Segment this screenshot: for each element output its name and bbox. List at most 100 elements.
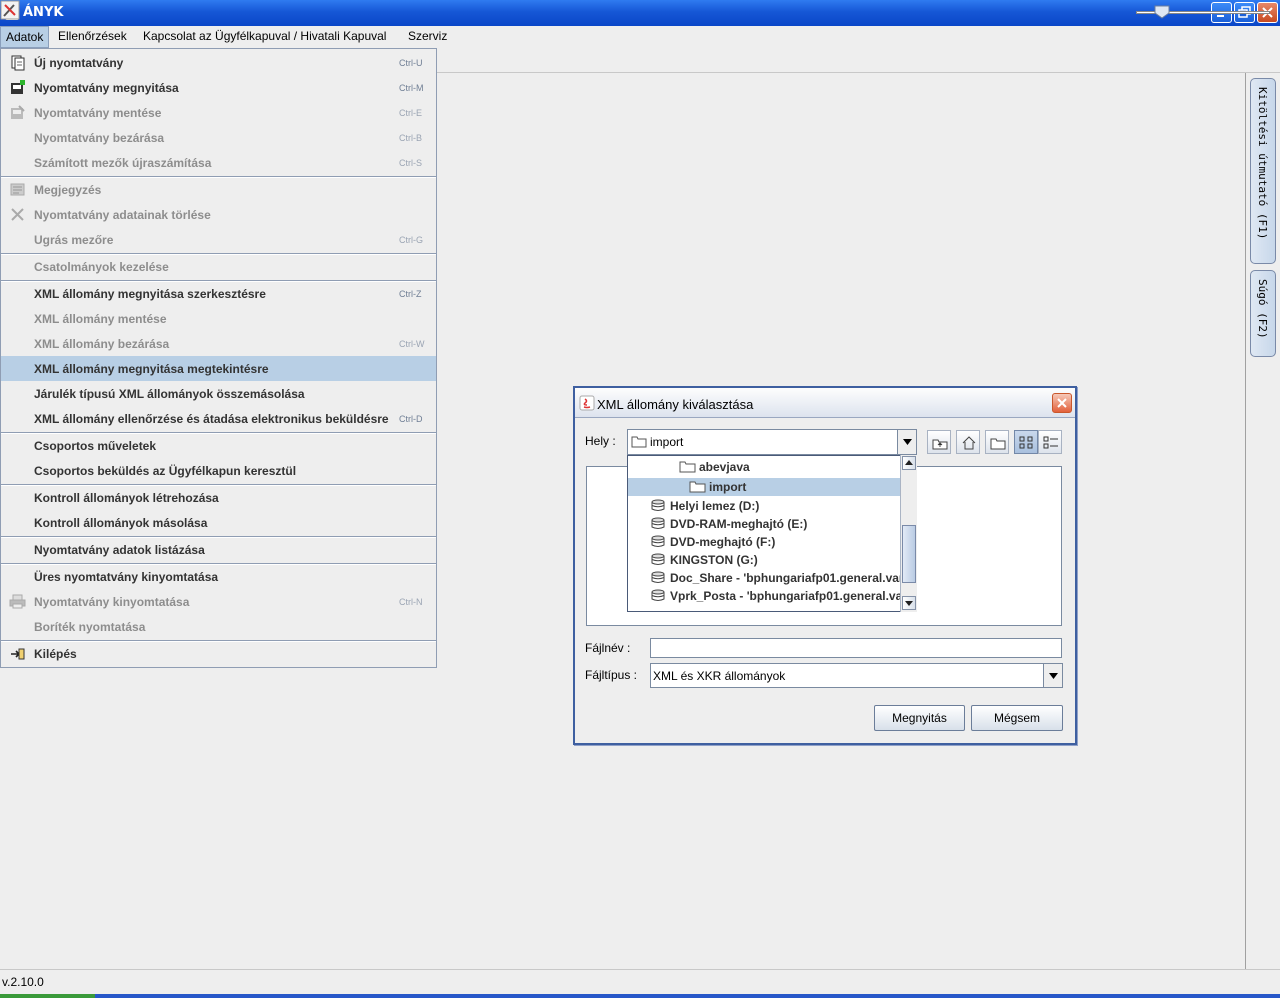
open-form-icon — [11, 80, 25, 94]
menu-item-xml-bezarasa[interactable]: XML állomány bezárása Ctrl-W — [1, 331, 436, 356]
delete-icon — [11, 208, 24, 221]
menu-item-csoportos-bekuldes[interactable]: Csoportos beküldés az Ügyfélkapun keresz… — [1, 458, 436, 483]
menu-item-adatok-listazasa[interactable]: Nyomtatvány adatok listázása — [1, 537, 436, 562]
printer-icon — [9, 594, 26, 609]
drive-icon — [651, 553, 665, 565]
tree-item-import[interactable]: import — [628, 478, 900, 496]
menu-item-kilepes[interactable]: Kilépés — [1, 641, 436, 666]
popup-scrollbar[interactable] — [900, 455, 917, 612]
menu-item-adatok-torlese[interactable]: Nyomtatvány adatainak törlése — [1, 202, 436, 227]
menu-ellenorzesek[interactable]: Ellenőrzések — [53, 26, 132, 48]
scroll-thumb[interactable] — [902, 525, 916, 583]
adatok-menu: Új nyomtatvány Ctrl-U Nyomtatvány megnyi… — [0, 48, 437, 668]
menu-item-xml-megtekintes[interactable]: XML állomány megnyitása megtekintésre — [1, 356, 436, 381]
menu-item-kontroll-letrehozasa[interactable]: Kontroll állományok létrehozása — [1, 485, 436, 510]
menu-item-csoportos-muveletek[interactable]: Csoportos műveletek — [1, 433, 436, 458]
folder-icon — [631, 436, 647, 448]
exit-icon — [11, 648, 25, 660]
new-folder-button[interactable] — [985, 430, 1009, 454]
tree-item-drive-e[interactable]: DVD-RAM-meghajtó (E:) — [650, 515, 900, 533]
up-folder-icon — [932, 439, 948, 450]
new-folder-icon — [990, 438, 1006, 450]
up-one-level-button[interactable] — [927, 430, 951, 454]
menu-item-xml-ellenorzes-atadas[interactable]: XML állomány ellenőrzése és átadása elek… — [1, 406, 436, 431]
menu-item-xml-megnyitas-szerkesztes[interactable]: XML állomány megnyitása szerkesztésre Ct… — [1, 281, 436, 306]
cancel-button[interactable]: Mégsem — [971, 705, 1063, 731]
tree-item-vprk-posta[interactable]: Vprk_Posta - 'bphungariafp01.general.va — [650, 587, 902, 605]
list-view-button[interactable] — [1014, 430, 1038, 454]
side-divider — [1245, 73, 1246, 969]
window-title: ÁNYK — [23, 5, 64, 20]
menu-item-ures-kinyomtatas[interactable]: Üres nyomtatvány kinyomtatása — [1, 564, 436, 589]
tab-kitoltesi-utmutato[interactable]: Kitöltési útmutató (F1) — [1250, 78, 1276, 264]
chevron-down-icon — [905, 601, 913, 606]
dialog-close-button[interactable] — [1052, 393, 1072, 413]
java-app-icon — [579, 395, 595, 411]
scroll-down-button[interactable] — [902, 596, 916, 610]
taskbar-strip — [0, 994, 1280, 998]
network-drive-icon — [651, 571, 665, 583]
tree-item-drive-f[interactable]: DVD-meghajtó (F:) — [650, 533, 900, 551]
chevron-down-icon — [1049, 673, 1058, 679]
chevron-down-icon — [903, 439, 912, 445]
drive-icon — [651, 517, 665, 529]
filename-input[interactable] — [650, 638, 1062, 658]
close-icon — [1057, 398, 1067, 408]
details-view-icon — [1043, 436, 1058, 449]
menu-item-uj-nyomtatvany[interactable]: Új nyomtatvány Ctrl-U — [1, 50, 436, 75]
filename-label: Fájlnév : — [585, 641, 631, 655]
note-icon — [10, 183, 25, 196]
location-combo-arrow[interactable] — [897, 430, 916, 454]
folder-icon — [689, 481, 706, 493]
filetype-label: Fájltípus : — [585, 668, 638, 682]
menu-item-nyomtatvany-mentese[interactable]: Nyomtatvány mentése Ctrl-E — [1, 100, 436, 125]
tree-item-drive-g[interactable]: KINGSTON (G:) — [650, 551, 900, 569]
filetype-combo-arrow[interactable] — [1043, 664, 1062, 687]
menu-item-ugras-mezore[interactable]: Ugrás mezőre Ctrl-G — [1, 227, 436, 252]
scroll-up-button[interactable] — [902, 456, 916, 470]
tools-icon[interactable] — [0, 0, 20, 20]
menu-item-xml-mentese[interactable]: XML állomány mentése — [1, 306, 436, 331]
save-form-icon — [11, 105, 25, 119]
filetype-value: XML és XKR állományok — [653, 669, 786, 683]
location-label: Hely : — [585, 434, 616, 448]
version-label: v.2.10.0 — [2, 975, 44, 989]
home-button[interactable] — [956, 430, 980, 454]
menu-adatok[interactable]: Adatok — [0, 26, 50, 48]
details-view-button[interactable] — [1038, 430, 1062, 454]
network-drive-icon — [651, 589, 665, 601]
menu-item-ujraszamitas[interactable]: Számított mezők újraszámítása Ctrl-S — [1, 150, 436, 175]
location-popup-list: abevjava import Helyi lemez (D:) DVD-RAM… — [627, 455, 917, 612]
tree-item-doc-share[interactable]: Doc_Share - 'bphungariafp01.general.var — [650, 569, 904, 587]
zoom-slider-thumb[interactable] — [1154, 5, 1170, 19]
menu-item-csatolmanyok[interactable]: Csatolmányok kezelése — [1, 254, 436, 279]
tree-item-abevjava[interactable]: abevjava — [679, 458, 900, 476]
drive-icon — [651, 535, 665, 547]
chevron-up-icon — [905, 460, 913, 465]
tab-sugo-label: Súgó (F2) — [1256, 279, 1269, 339]
open-button[interactable]: Megnyitás — [874, 705, 965, 731]
folder-icon — [679, 461, 696, 473]
location-value: import — [650, 435, 684, 449]
start-button-edge[interactable] — [0, 994, 95, 998]
location-combo[interactable]: import — [627, 429, 917, 455]
menu-item-nyomtatvany-bezarasa[interactable]: Nyomtatvány bezárása Ctrl-B — [1, 125, 436, 150]
menu-bar: Adatok Ellenőrzések Kapcsolat az Ügyfélk… — [0, 26, 1280, 48]
list-view-icon — [1019, 436, 1033, 449]
tree-item-drive-d[interactable]: Helyi lemez (D:) — [650, 497, 900, 515]
menu-item-nyomtatvany-kinyomtatasa[interactable]: Nyomtatvány kinyomtatása Ctrl-N — [1, 589, 436, 614]
menu-item-jarulek-osszemasolas[interactable]: Járulék típusú XML állományok összemásol… — [1, 381, 436, 406]
menu-item-boritek-nyomtatasa[interactable]: Boríték nyomtatása — [1, 614, 436, 639]
status-bar: v.2.10.0 — [0, 969, 1280, 994]
menu-item-nyomtatvany-megnyitasa[interactable]: Nyomtatvány megnyitása Ctrl-M — [1, 75, 436, 100]
filetype-combo[interactable]: XML és XKR állományok — [650, 663, 1063, 688]
tab-kitoltesi-utmutato-label: Kitöltési útmutató (F1) — [1256, 87, 1269, 240]
menu-kapcsolat[interactable]: Kapcsolat az Ügyfélkapuval / Hivatali Ka… — [138, 26, 391, 48]
menu-szerviz[interactable]: Szerviz — [403, 26, 452, 48]
dialog-title: XML állomány kiválasztása — [597, 397, 754, 412]
menu-item-megjegyzes[interactable]: Megjegyzés — [1, 177, 436, 202]
drive-icon — [651, 499, 665, 511]
new-form-icon — [11, 55, 25, 71]
menu-item-kontroll-masolasa[interactable]: Kontroll állományok másolása — [1, 510, 436, 535]
tab-sugo[interactable]: Súgó (F2) — [1250, 270, 1276, 357]
